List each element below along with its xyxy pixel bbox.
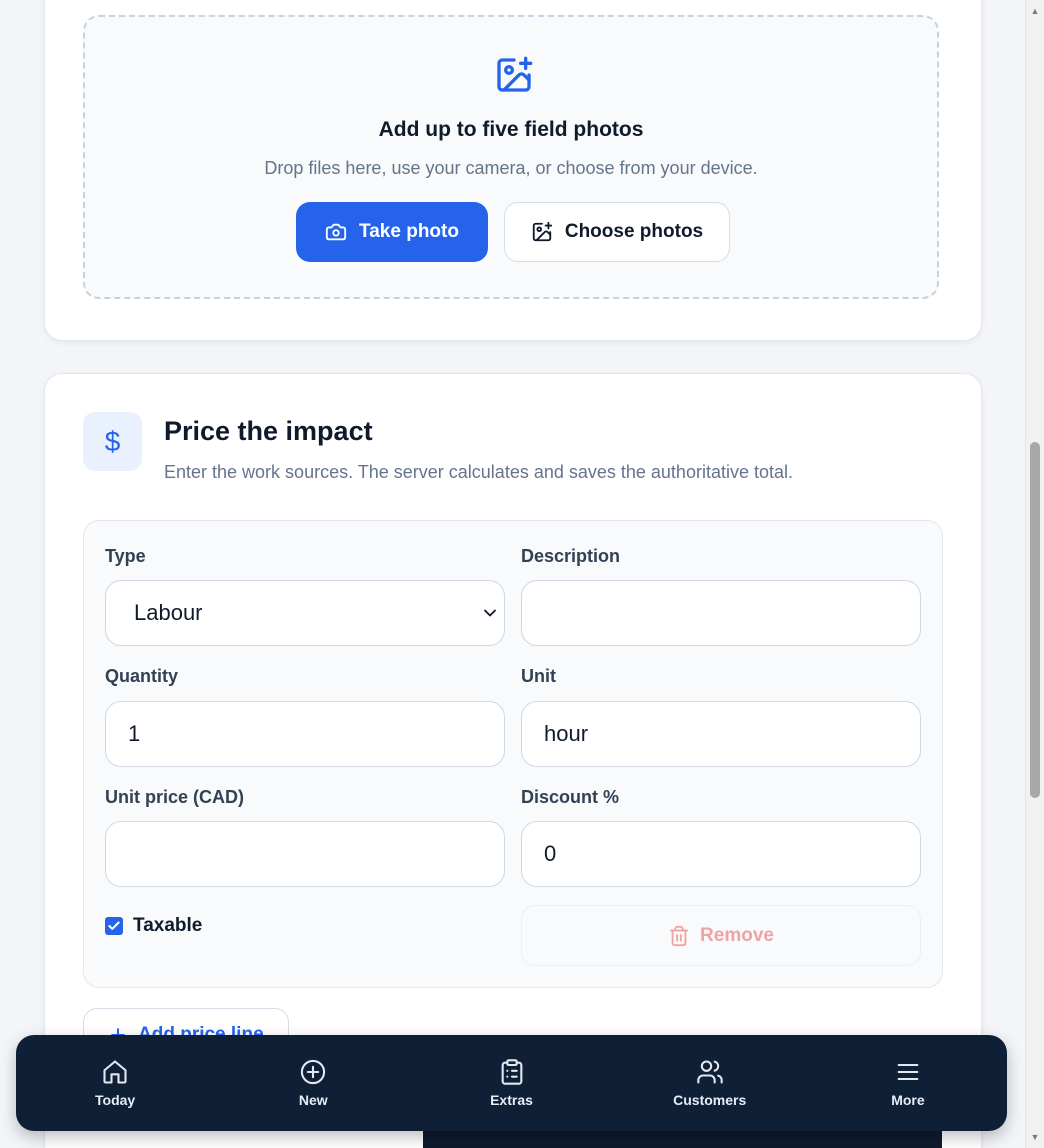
- remove-line-button[interactable]: Remove: [521, 905, 921, 966]
- quantity-label: Quantity: [105, 666, 179, 686]
- nav-label-more: More: [891, 1092, 925, 1108]
- unit-price-input[interactable]: [105, 821, 505, 887]
- price-line-item: Type Labour Description Quantity 1 Unit …: [83, 520, 943, 988]
- scrollbar-thumb[interactable]: [1030, 442, 1040, 798]
- nav-label-customers: Customers: [673, 1092, 747, 1108]
- scroll-down-arrow-icon[interactable]: ▼: [1026, 1128, 1044, 1146]
- dropzone-subtitle: Drop files here, use your camera, or cho…: [264, 158, 758, 178]
- clipboard-icon: [501, 1059, 522, 1085]
- type-select-value: Labour: [134, 600, 203, 625]
- dropzone-title: Add up to five field photos: [378, 118, 644, 141]
- check-icon: [108, 921, 120, 930]
- scroll-up-arrow-icon[interactable]: ▲: [1026, 2, 1044, 20]
- photo-dropzone[interactable]: Add up to five field photos Drop files h…: [83, 15, 939, 299]
- trash-icon: [669, 925, 689, 946]
- discount-label: Discount %: [521, 787, 620, 807]
- discount-value: 0: [544, 841, 557, 866]
- page-scrollbar[interactable]: ▲ ▼: [1025, 0, 1044, 1148]
- price-subtitle: Enter the work sources. The server calcu…: [164, 462, 793, 482]
- quantity-value: 1: [128, 721, 141, 746]
- unit-input[interactable]: hour: [521, 701, 921, 767]
- unit-label: Unit: [521, 666, 556, 686]
- menu-icon: [897, 1063, 919, 1081]
- price-title: Price the impact: [164, 416, 373, 446]
- price-card: $ Price the impact Enter the work source…: [44, 373, 982, 1148]
- taxable-checkbox[interactable]: [105, 917, 123, 935]
- nav-item-today[interactable]: Today: [16, 1035, 214, 1131]
- nav-label-new: New: [298, 1092, 328, 1108]
- nav-item-customers[interactable]: Customers: [611, 1035, 809, 1131]
- users-icon: [696, 1060, 723, 1084]
- plus-circle-icon: [301, 1059, 326, 1085]
- dollar-icon: $: [83, 412, 142, 471]
- unit-price-label: Unit price (CAD): [105, 787, 244, 807]
- nav-item-more[interactable]: More: [809, 1035, 1007, 1131]
- description-label: Description: [521, 546, 621, 566]
- taxable-label: Taxable: [133, 915, 203, 936]
- home-icon: [103, 1060, 127, 1084]
- chevron-down-icon: [484, 609, 496, 617]
- remove-label: Remove: [700, 924, 774, 946]
- quantity-input[interactable]: 1: [105, 701, 505, 767]
- type-select[interactable]: Labour: [105, 580, 505, 646]
- description-input[interactable]: [521, 580, 921, 646]
- camera-icon: [325, 223, 347, 241]
- take-photo-button[interactable]: Take photo: [296, 202, 488, 262]
- choose-photos-label: Choose photos: [564, 221, 704, 242]
- nav-label-today: Today: [95, 1092, 136, 1108]
- nav-item-extras[interactable]: Extras: [412, 1035, 610, 1131]
- photos-card: Add up to five field photos Drop files h…: [44, 0, 982, 341]
- type-label: Type: [105, 546, 146, 566]
- image-plus-icon: [532, 221, 552, 242]
- take-photo-label: Take photo: [359, 221, 459, 242]
- image-plus-icon: [497, 56, 533, 92]
- unit-value: hour: [544, 721, 589, 746]
- nav-item-new[interactable]: New: [214, 1035, 412, 1131]
- choose-photos-button[interactable]: Choose photos: [504, 202, 730, 262]
- nav-label-extras: Extras: [490, 1092, 533, 1108]
- bottom-nav: Today New Extras Customers More: [16, 1035, 1007, 1131]
- discount-input[interactable]: 0: [521, 821, 921, 887]
- page-viewport: Add up to five field photos Drop files h…: [0, 0, 1026, 1148]
- taxable-toggle[interactable]: Taxable: [105, 915, 202, 937]
